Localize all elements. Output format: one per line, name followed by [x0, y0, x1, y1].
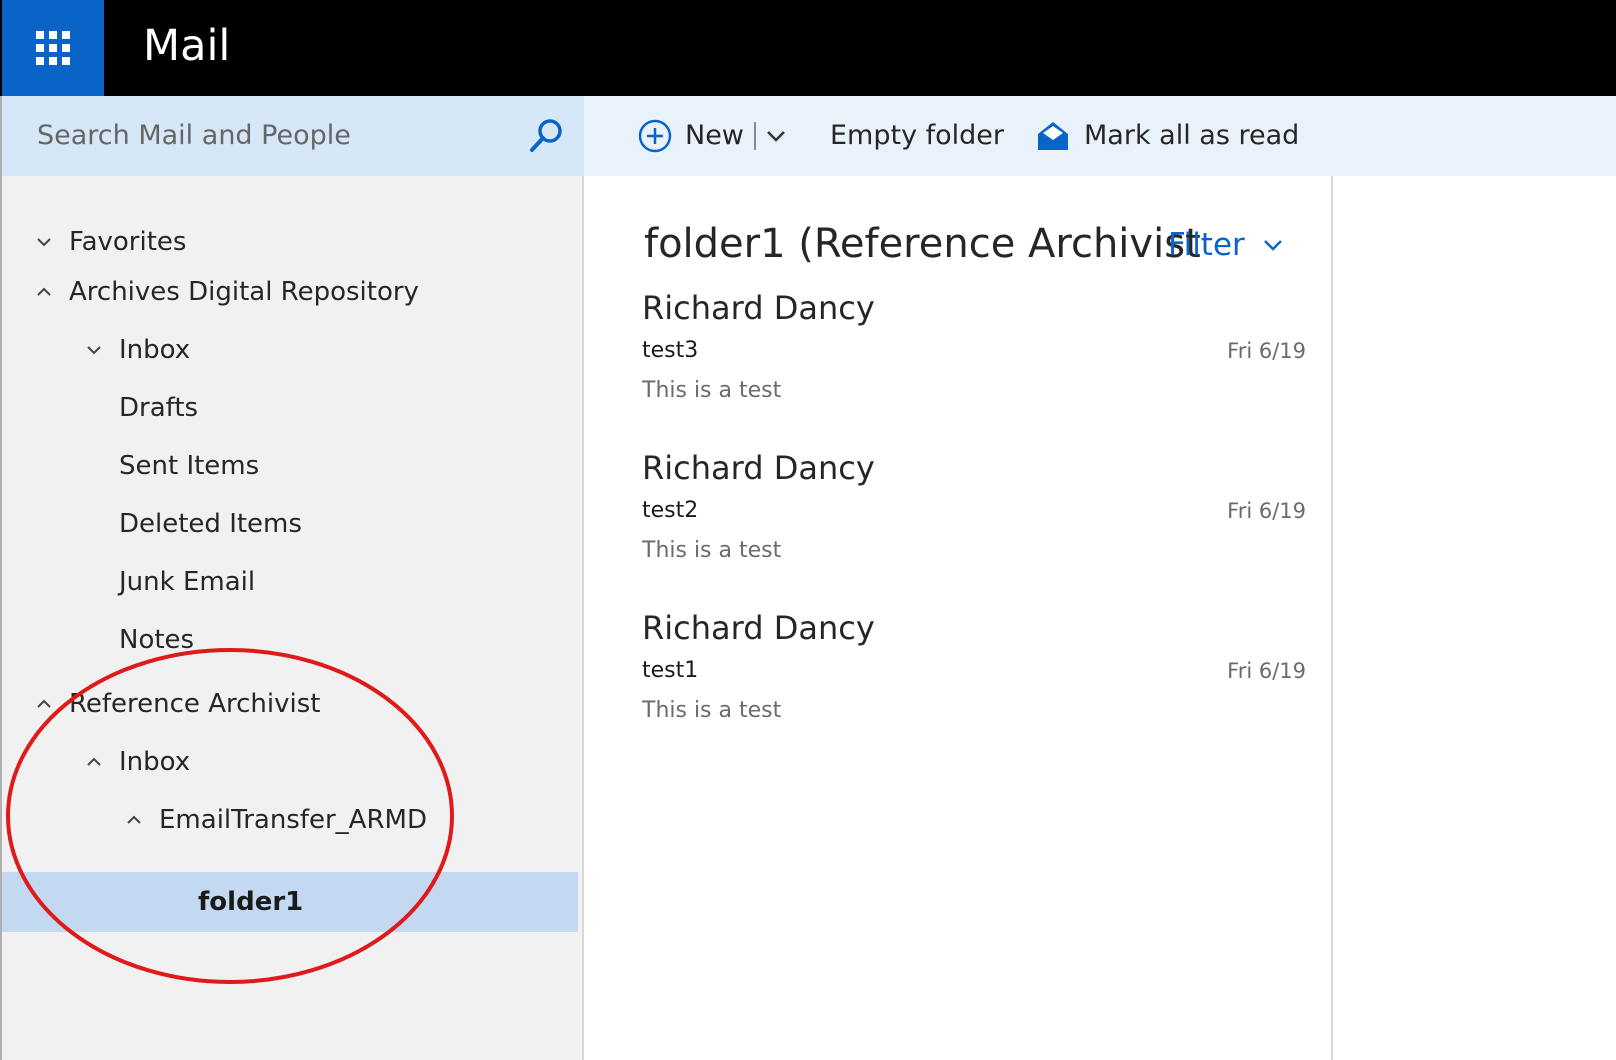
message-date: Fri 6/19 [1227, 659, 1306, 683]
folder-emailtransfer-armd[interactable]: EmailTransfer_ARMD [2, 792, 578, 848]
search-icon[interactable] [526, 116, 566, 156]
message-subject: test3 [642, 338, 699, 363]
empty-folder-button[interactable]: Empty folder [830, 116, 1004, 156]
mark-all-read-button[interactable]: Mark all as read [1036, 116, 1299, 156]
folder-reference-archivist[interactable]: Reference Archivist [2, 676, 578, 732]
message-preview: This is a test [642, 698, 782, 723]
top-bar: Mail [0, 0, 1616, 96]
filter-label: Filter [1168, 227, 1245, 263]
folder-inbox[interactable]: Inbox [2, 322, 578, 378]
reading-pane-divider[interactable] [1331, 176, 1333, 1060]
message-item[interactable]: Richard Dancy test2 Fri 6/19 This is a t… [584, 446, 1330, 596]
folder-deleted-items[interactable]: Deleted Items [2, 496, 578, 552]
message-item[interactable]: Richard Dancy test3 Fri 6/19 This is a t… [584, 286, 1330, 436]
chevron-up-icon[interactable] [126, 814, 142, 826]
folder-notes[interactable]: Notes [2, 612, 578, 668]
message-subject: test2 [642, 498, 699, 523]
message-date: Fri 6/19 [1227, 339, 1306, 363]
message-preview: This is a test [642, 378, 782, 403]
mark-all-read-label: Mark all as read [1084, 120, 1300, 151]
chevron-up-icon[interactable] [36, 698, 52, 710]
folder-label: EmailTransfer_ARMD [159, 805, 427, 835]
folder-label: Archives Digital Repository [69, 277, 419, 307]
folder-drafts[interactable]: Drafts [2, 380, 578, 436]
chevron-up-icon[interactable] [36, 286, 52, 298]
app-title: Mail [143, 21, 231, 71]
chevron-down-icon [1263, 240, 1282, 251]
search-input[interactable]: Search Mail and People [37, 118, 351, 154]
app-launcher-grid-icon [36, 31, 70, 65]
folder-label: Deleted Items [119, 509, 302, 539]
folder-archives-digital-repository[interactable]: Archives Digital Repository [2, 264, 578, 320]
folder-label: folder1 [198, 887, 304, 917]
folder-favorites[interactable]: Favorites [2, 214, 578, 270]
folder-label: Reference Archivist [69, 689, 321, 719]
chevron-up-icon[interactable] [86, 756, 102, 768]
folder-label: Junk Email [119, 567, 256, 597]
app-launcher-button[interactable] [2, 0, 104, 96]
empty-folder-label: Empty folder [830, 120, 1005, 151]
new-button-separator [753, 122, 756, 150]
folder-label: Inbox [119, 335, 191, 365]
folder-pane: Favorites Archives Digital Repository In… [2, 176, 584, 1060]
message-item[interactable]: Richard Dancy test1 Fri 6/19 This is a t… [584, 606, 1330, 756]
folder-label: Drafts [119, 393, 199, 423]
chevron-down-icon[interactable] [36, 236, 52, 248]
folder-label: Inbox [119, 747, 191, 777]
folder-label: Sent Items [119, 451, 260, 481]
folder-sent-items[interactable]: Sent Items [2, 438, 578, 494]
folder-label: Favorites [69, 227, 187, 257]
message-sender: Richard Dancy [642, 609, 875, 647]
folder-folder1[interactable]: folder1 [2, 872, 578, 932]
folder-junk-email[interactable]: Junk Email [2, 554, 578, 610]
folder-label: Notes [119, 625, 195, 655]
message-date: Fri 6/19 [1227, 499, 1306, 523]
message-list-pane: folder1 (Reference Archivist Filter Rich… [584, 176, 1332, 1060]
message-preview: This is a test [642, 538, 782, 563]
message-subject: test1 [642, 658, 699, 683]
filter-button[interactable]: Filter [1168, 225, 1283, 265]
message-sender: Richard Dancy [642, 449, 875, 487]
search-box[interactable]: Search Mail and People [2, 96, 584, 176]
plus-circle-icon [638, 119, 672, 153]
folder-inbox[interactable]: Inbox [2, 734, 578, 790]
message-sender: Richard Dancy [642, 289, 875, 327]
chevron-down-icon[interactable] [86, 344, 102, 356]
chevron-down-icon[interactable] [766, 129, 786, 143]
command-bar: New Empty folder Mark all as read [584, 96, 1616, 176]
new-button[interactable]: New [638, 116, 786, 156]
folder-title: folder1 (Reference Archivist [644, 221, 1201, 267]
open-envelope-icon [1038, 122, 1068, 150]
new-button-label: New [685, 120, 744, 151]
